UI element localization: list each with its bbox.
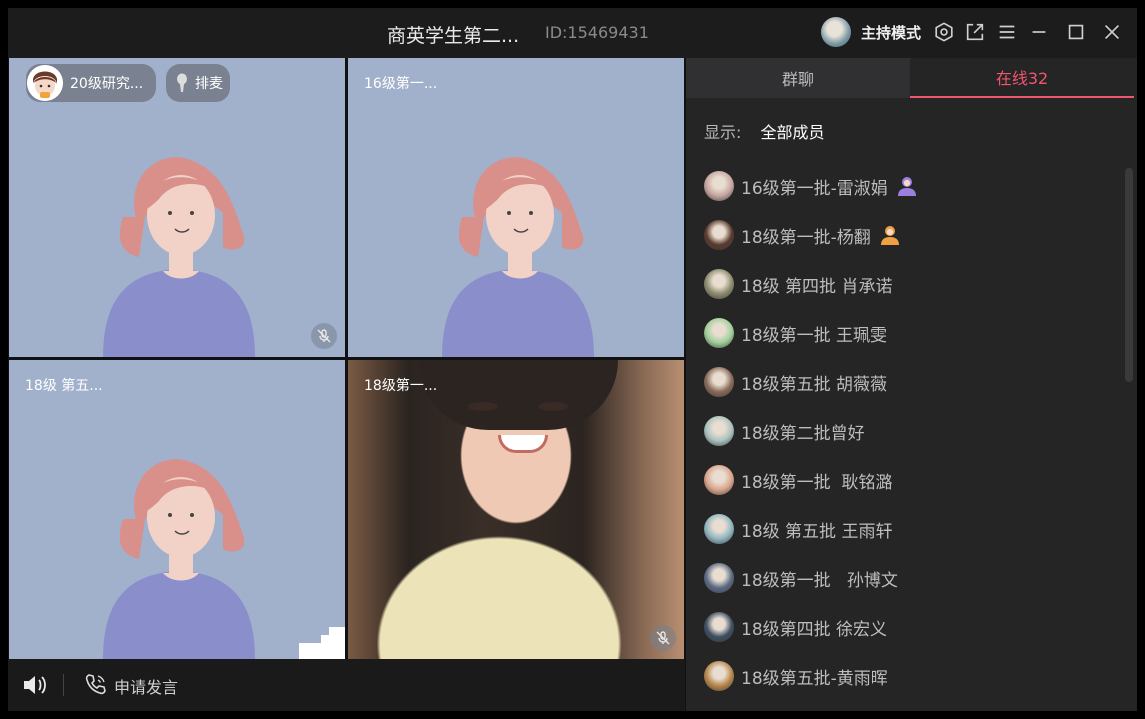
- user-avatar: [27, 65, 63, 101]
- microphone-icon: [177, 73, 187, 92]
- mic-queue-label: 排麦: [195, 76, 223, 92]
- host-avatar[interactable]: [821, 17, 851, 47]
- host-mode-button[interactable]: 主持模式: [861, 22, 921, 43]
- video-tile-1[interactable]: 20级研究... 排麦: [9, 58, 345, 357]
- speaker-icon[interactable]: [22, 673, 48, 697]
- member-name: 16级第一批-雷淑娟: [741, 178, 888, 199]
- member-list-scrollbar[interactable]: [1125, 168, 1133, 382]
- bottom-toolbar: 申请发言: [8, 659, 685, 711]
- member-row[interactable]: 18级第一批-杨翻: [704, 218, 901, 252]
- phone-icon[interactable]: [84, 672, 108, 696]
- member-row[interactable]: 18级第一批 孙博文: [704, 561, 898, 595]
- title-bar: 商英学生第二... ID:15469431 主持模式: [8, 8, 1137, 58]
- member-row[interactable]: 18级 第五批 王雨轩: [704, 512, 892, 546]
- member-avatar: [704, 367, 734, 397]
- member-name: 18级第一批 耿铭潞: [741, 472, 893, 493]
- member-row[interactable]: 18级第一批 王珮雯: [704, 316, 887, 350]
- video-grid: 20级研究... 排麦 16级第一... 18级 第五... 18级第一...: [8, 58, 685, 659]
- tab-group-chat[interactable]: 群聊: [686, 58, 910, 98]
- close-icon[interactable]: [1099, 19, 1125, 45]
- app-window: 商英学生第二... ID:15469431 主持模式 20级研究... 排麦 1…: [8, 8, 1137, 711]
- member-avatar: [704, 465, 734, 495]
- tile-participant-name: 16级第一...: [364, 76, 438, 92]
- member-avatar: [704, 514, 734, 544]
- default-avatar-illustration: [442, 157, 594, 357]
- member-list: 16级第一批-雷淑娟 18级第一批-杨翻 18级 第四批 肖承诺 18级第一批 王珮雯…: [686, 160, 1116, 711]
- panel-tabs: 群聊 在线32: [686, 58, 1137, 98]
- member-avatar: [704, 171, 734, 201]
- member-name: 18级第一批 孙博文: [741, 570, 898, 591]
- current-user-name: 20级研究...: [70, 76, 144, 92]
- member-row[interactable]: 18级 第四批 肖承诺: [704, 267, 892, 301]
- menu-icon[interactable]: [994, 19, 1020, 45]
- filter-value[interactable]: 全部成员: [761, 123, 825, 142]
- member-name: 18级 第四批 肖承诺: [741, 276, 893, 297]
- video-tile-4[interactable]: 18级第一...: [348, 360, 684, 659]
- external-window-icon[interactable]: [962, 19, 988, 45]
- member-avatar: [704, 318, 734, 348]
- member-avatar: [704, 612, 734, 642]
- tile-participant-name: 18级 第五...: [25, 378, 103, 394]
- member-row[interactable]: 18级第五批-黄雨晖: [704, 659, 888, 693]
- member-filter[interactable]: 显示: 全部成员: [704, 119, 825, 143]
- tile-participant-name: 18级第一...: [364, 378, 438, 394]
- side-panel: 群聊 在线32 显示: 全部成员 16级第一批-雷淑娟 18级第一批-杨翻 18级 …: [685, 58, 1137, 711]
- request-to-speak-button[interactable]: 申请发言: [114, 674, 178, 698]
- member-row[interactable]: 18级第二批曾好: [704, 414, 865, 448]
- tab-online-members[interactable]: 在线32: [910, 58, 1134, 98]
- corner-artifact: [299, 627, 345, 659]
- host-badge-icon: [897, 177, 916, 196]
- member-avatar: [704, 220, 734, 250]
- member-row[interactable]: 18级第四批 徐宏义: [704, 610, 887, 644]
- maximize-icon[interactable]: [1063, 19, 1089, 45]
- default-avatar-illustration: [103, 459, 255, 659]
- filter-label: 显示:: [704, 123, 742, 142]
- assistant-badge-icon: [880, 226, 899, 245]
- mic-muted-icon: [311, 323, 337, 349]
- minimize-icon[interactable]: [1026, 19, 1052, 45]
- room-title: 商英学生第二...: [387, 25, 520, 47]
- room-id: ID:15469431: [545, 23, 649, 42]
- default-avatar-illustration: [103, 157, 255, 357]
- camera-video-feed: [348, 360, 684, 659]
- member-avatar: [704, 563, 734, 593]
- video-tile-3[interactable]: 18级 第五...: [9, 360, 345, 659]
- settings-icon[interactable]: [931, 19, 957, 45]
- member-name: 18级第一批-杨翻: [741, 227, 871, 248]
- member-name: 18级 第五批 王雨轩: [741, 521, 893, 542]
- member-row[interactable]: 16级第一批-雷淑娟: [704, 169, 918, 203]
- member-row[interactable]: 18级第一批 耿铭潞: [704, 463, 892, 497]
- current-user-pill[interactable]: 20级研究...: [26, 64, 156, 102]
- member-avatar: [704, 269, 734, 299]
- member-row[interactable]: 18级第五批 胡薇薇: [704, 365, 887, 399]
- member-name: 18级第四批 徐宏义: [741, 619, 888, 640]
- member-name: 18级第一批 王珮雯: [741, 325, 888, 346]
- video-tile-2[interactable]: 16级第一...: [348, 58, 684, 357]
- member-name: 18级第五批 胡薇薇: [741, 374, 888, 395]
- member-avatar: [704, 661, 734, 691]
- member-name: 18级第五批-黄雨晖: [741, 668, 888, 689]
- mic-queue-button[interactable]: 排麦: [166, 64, 230, 102]
- member-avatar: [704, 416, 734, 446]
- mic-muted-icon: [650, 625, 676, 651]
- toolbar-divider: [63, 674, 64, 696]
- member-name: 18级第二批曾好: [741, 423, 865, 444]
